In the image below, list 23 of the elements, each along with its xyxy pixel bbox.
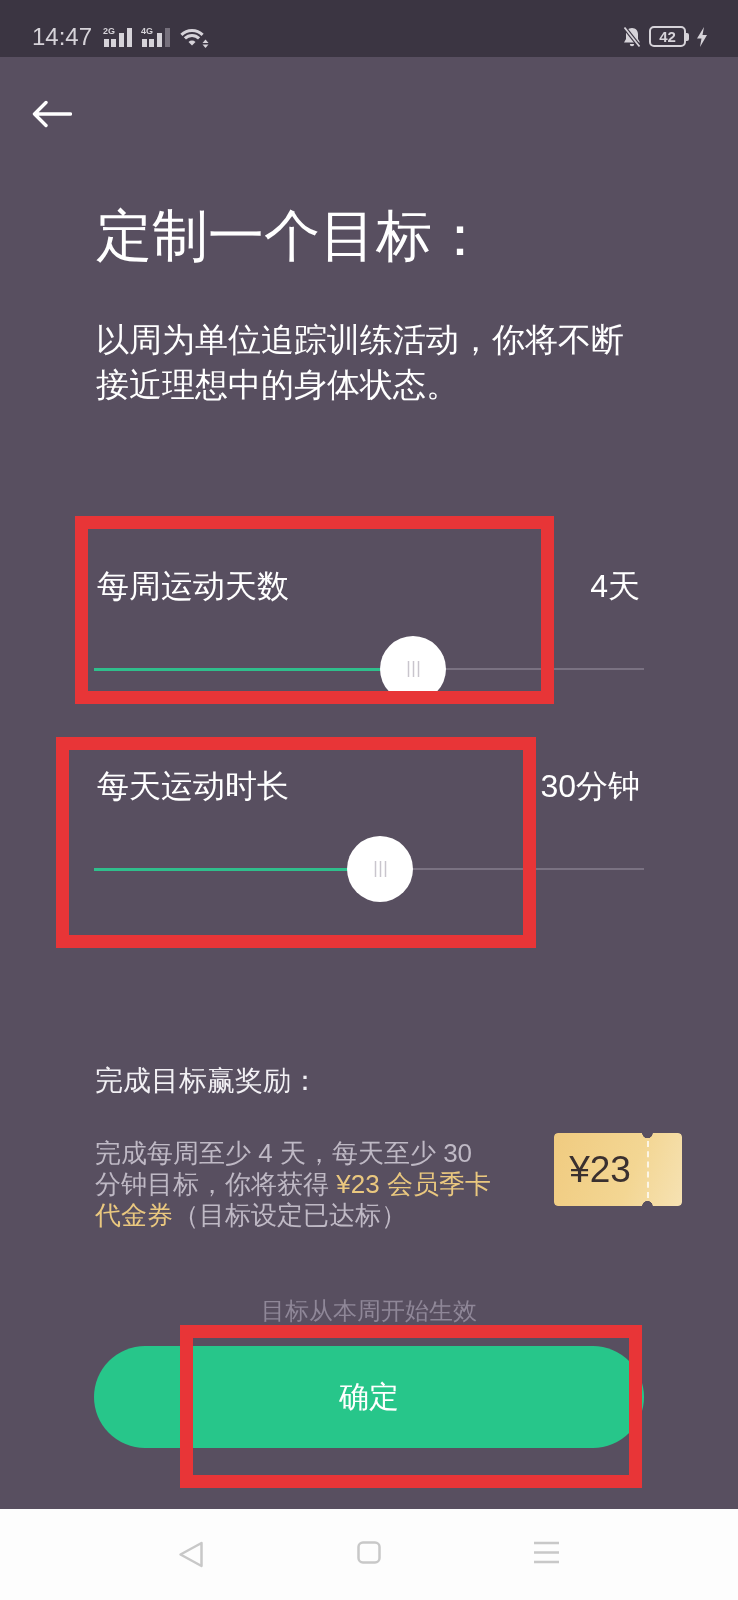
slider-value: 4天 — [590, 567, 640, 606]
coupon-ticket: ¥23 — [554, 1133, 682, 1206]
grip-icon — [373, 861, 387, 877]
bell-off-icon — [622, 25, 642, 48]
network-type-label: 4G — [141, 25, 154, 36]
status-time: 14:47 — [32, 23, 93, 50]
page-description: 以周为单位追踪训练活动，你将不断接近理想中的身体状态。 — [96, 320, 625, 405]
back-arrow-icon — [31, 100, 72, 128]
start-hint: 目标从本周开始生效 — [261, 1296, 477, 1326]
page-title: 定制一个目标： — [96, 203, 488, 269]
signal-icon — [141, 26, 172, 47]
signal-icon — [103, 26, 134, 47]
confirm-button[interactable]: 确定 — [94, 1346, 644, 1448]
battery-indicator: 42 — [649, 26, 689, 47]
back-button[interactable] — [31, 100, 72, 128]
reward-heading: 完成目标赢奖励： — [95, 1064, 319, 1098]
grip-icon — [406, 661, 420, 677]
slider-label: 每周运动天数 — [97, 567, 289, 606]
charging-bolt-icon — [696, 26, 708, 47]
slider-label: 每天运动时长 — [97, 767, 289, 806]
reward-description: 完成每周至少 4 天，每天至少 30 分钟目标，你将获得 ¥23 会员季卡代金券（目标设定已达标） — [95, 1137, 492, 1231]
slider-value: 30分钟 — [540, 767, 640, 806]
network-type-label: 2G — [103, 25, 116, 36]
